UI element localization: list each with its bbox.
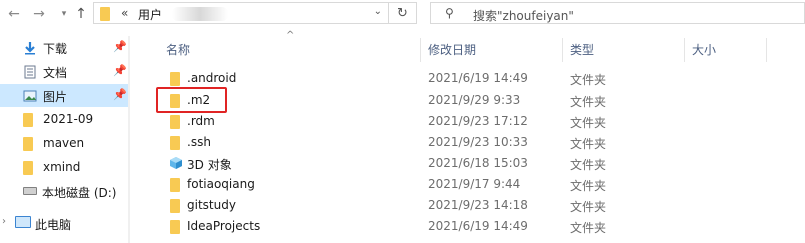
picture-icon	[23, 89, 37, 102]
pin-icon[interactable]: 📌	[113, 88, 127, 101]
column-header-date[interactable]: 修改日期	[428, 37, 476, 61]
sort-ascending-icon: ^	[286, 30, 295, 41]
document-icon	[23, 65, 37, 79]
refresh-icon[interactable]: ↻	[389, 2, 417, 24]
address-bar[interactable]: « 用户 ⌄	[93, 2, 389, 24]
nav-item-documents[interactable]: 文档 📌	[0, 60, 130, 83]
file-row-fotiaoqiang[interactable]: fotiaoqiang 2021/9/17 9:44 文件夹	[150, 174, 805, 195]
drive-icon	[23, 187, 37, 195]
pin-icon[interactable]: 📌	[113, 40, 127, 53]
file-row-rdm[interactable]: .rdm 2021/9/23 17:12 文件夹	[150, 111, 805, 132]
address-dropdown-icon[interactable]: ⌄	[374, 6, 382, 17]
folder-icon	[23, 137, 37, 151]
column-divider[interactable]	[420, 38, 421, 62]
column-divider[interactable]	[562, 38, 563, 62]
folder-icon	[170, 199, 184, 214]
nav-item-downloads[interactable]: 下载 📌	[0, 36, 130, 59]
column-header-type[interactable]: 类型	[570, 37, 594, 61]
computer-icon	[15, 216, 31, 228]
folder-icon	[170, 136, 184, 151]
nav-item-xmind[interactable]: xmind	[0, 156, 130, 179]
back-arrow-icon[interactable]: ←	[3, 4, 25, 24]
column-header-size[interactable]: 大小	[692, 37, 716, 61]
folder-icon	[100, 7, 112, 21]
column-divider[interactable]	[766, 38, 767, 62]
search-placeholder: 搜索"zhoufeiyan"	[473, 9, 574, 23]
folder-icon	[170, 72, 184, 87]
address-toolbar: ← → ▾ ↑ « 用户 ⌄ ↻ ⚲ 搜索"zhoufeiyan"	[0, 0, 805, 28]
folder-icon	[170, 115, 184, 130]
folder-icon	[170, 178, 184, 193]
column-header-name[interactable]: 名称	[166, 37, 190, 61]
pin-icon[interactable]: 📌	[113, 64, 127, 77]
search-icon: ⚲	[445, 6, 454, 20]
nav-item-pictures[interactable]: 图片 📌	[0, 84, 130, 107]
redacted-username	[172, 7, 228, 21]
file-row-3d-objects[interactable]: 3D 对象 2021/6/18 15:03 文件夹	[150, 153, 805, 174]
nav-item-this-pc[interactable]: › 此电脑	[0, 212, 130, 235]
column-divider[interactable]	[684, 38, 685, 62]
nav-pane-scrollbar[interactable]	[128, 36, 130, 243]
breadcrumb-users[interactable]: 用户	[138, 6, 162, 23]
folder-icon	[23, 113, 37, 127]
file-row-ideaprojects[interactable]: IdeaProjects 2021/6/19 14:49 文件夹	[150, 216, 805, 237]
up-arrow-icon[interactable]: ↑	[70, 4, 92, 24]
nav-item-2021-09[interactable]: 2021-09	[0, 108, 130, 131]
breadcrumb-overflow[interactable]: «	[121, 6, 128, 20]
file-row-gitstudy[interactable]: gitstudy 2021/9/23 14:18 文件夹	[150, 195, 805, 216]
expand-chevron-icon[interactable]: ›	[2, 216, 6, 227]
file-row-m2[interactable]: .m2 2021/9/29 9:33 文件夹	[150, 90, 805, 111]
nav-item-local-disk-d[interactable]: 本地磁盘 (D:)	[0, 180, 130, 203]
3d-objects-icon	[169, 156, 183, 170]
folder-icon	[170, 220, 184, 235]
file-row-ssh[interactable]: .ssh 2021/9/23 10:33 文件夹	[150, 132, 805, 153]
highlight-box	[156, 87, 227, 113]
nav-item-maven[interactable]: maven	[0, 132, 130, 155]
folder-icon	[23, 161, 37, 175]
navigation-pane: 下载 📌 文档 📌 图片 📌 2021-09 maven xmind 本地磁盘 …	[0, 36, 130, 243]
forward-arrow-icon[interactable]: →	[28, 4, 50, 24]
download-icon	[23, 41, 37, 55]
file-row-android[interactable]: .android 2021/6/19 14:49 文件夹	[150, 68, 805, 89]
search-input[interactable]: ⚲ 搜索"zhoufeiyan"	[430, 2, 805, 24]
